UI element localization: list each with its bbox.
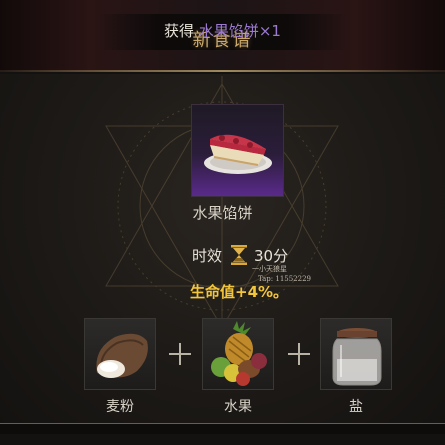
ingredient-slot-flour[interactable] (84, 318, 156, 390)
obtain-prefix: 获得 (164, 22, 195, 40)
effect-text: 生命值+4%。 (190, 283, 289, 301)
fruit-pie-icon (204, 134, 272, 174)
recipe-item-name: 水果馅饼 (192, 204, 253, 222)
ingredient-label-flour: 麦粉 (106, 399, 134, 415)
flour-sack-icon (96, 333, 148, 378)
ingredient-label-salt: 盐 (349, 399, 363, 415)
watermark-name: 一小天狼星 (252, 265, 287, 273)
obtain-item: 水果馅饼×1 (198, 22, 281, 40)
fruit-pile-icon (211, 321, 267, 386)
ingredient-slot-fruit[interactable] (202, 318, 274, 390)
ingredient-label-fruit: 水果 (224, 399, 252, 415)
salt-jar-icon (332, 328, 382, 386)
obtain-notice: 获得 水果馅饼×1 (0, 20, 445, 41)
recipe-item-slot[interactable] (191, 104, 284, 197)
hourglass-icon (231, 245, 248, 265)
plus-icon (169, 343, 191, 365)
duration-row: 时效 30分 (192, 244, 288, 266)
duration-label: 时效 (192, 246, 223, 265)
plus-icon (288, 343, 310, 365)
ingredient-slot-salt[interactable] (320, 318, 392, 390)
panel-bottom-border (0, 423, 445, 434)
duration-value: 30分 (254, 246, 289, 265)
